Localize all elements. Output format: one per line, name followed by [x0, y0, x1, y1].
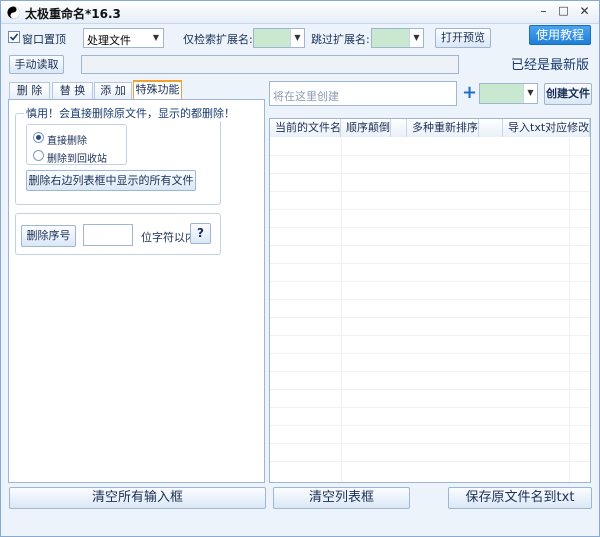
chevron-down-icon: ▼ — [152, 33, 160, 42]
help-button[interactable]: ? — [190, 223, 211, 244]
chevron-down-icon: ▼ — [523, 84, 537, 103]
clear-inputs-button[interactable]: 清空所有输入框 — [9, 487, 266, 509]
radio-direct-delete[interactable] — [33, 132, 44, 143]
chevron-down-icon: ▼ — [409, 29, 423, 47]
close-button[interactable]: ✕ — [575, 3, 594, 21]
tutorial-button[interactable]: 使用教程 — [529, 25, 591, 45]
version-status: 已经是最新版 — [511, 58, 590, 73]
tab-replace[interactable]: 替 换 — [52, 82, 93, 100]
topmost-label: 窗口置顶 — [22, 33, 66, 46]
plus-icon: + — [462, 82, 478, 103]
warning-text: 慎用！会直接删除原文件，显示的都删除！ — [24, 105, 237, 121]
process-select[interactable]: 处理文件 ▼ — [83, 28, 164, 48]
maximize-button[interactable]: □ — [554, 3, 573, 21]
radio-recycle-bin[interactable] — [33, 150, 44, 161]
column-current-name[interactable]: 当前的文件名 — [270, 119, 341, 137]
skip-ext-label: 跳过扩展名: — [311, 33, 370, 46]
topmost-checkbox[interactable] — [8, 31, 20, 43]
radio-recycle-label: 删除到回收站 — [47, 154, 107, 165]
create-name-input[interactable]: 将在这里创建 — [269, 81, 457, 106]
title-bar[interactable]: 太极重命名*16.3 – □ ✕ — [1, 1, 599, 24]
delete-all-files-button[interactable]: 删除右边列表框中显示的所有文件 — [26, 170, 196, 191]
open-preview-button[interactable]: 打开预览 — [435, 28, 491, 48]
column-reverse[interactable]: 顺序颠倒 — [341, 119, 391, 137]
column-reorder[interactable]: 多种重新排序 — [407, 119, 479, 137]
path-field[interactable] — [81, 55, 459, 74]
tab-delete[interactable]: 删 除 — [9, 82, 50, 100]
clear-list-button[interactable]: 清空列表框 — [273, 487, 410, 509]
chevron-down-icon: ▼ — [290, 29, 304, 47]
only-ext-select[interactable]: ▼ — [253, 28, 305, 48]
file-list-body[interactable] — [270, 138, 590, 482]
taiji-icon — [7, 6, 20, 19]
seq-input[interactable] — [83, 224, 133, 246]
delete-seq-button[interactable]: 删除序号 — [21, 225, 76, 247]
tab-add[interactable]: 添 加 — [94, 82, 132, 100]
column-reverse-toggle[interactable] — [391, 119, 407, 137]
process-select-value: 处理文件 — [87, 34, 131, 47]
only-ext-label: 仅检索扩展名: — [183, 33, 253, 46]
minimize-button[interactable]: – — [534, 3, 553, 21]
manual-read-button[interactable]: 手动读取 — [9, 55, 64, 74]
column-reorder-toggle[interactable] — [479, 119, 503, 137]
check-icon — [9, 33, 19, 41]
app-window: 太极重命名*16.3 – □ ✕ 窗口置顶 处理文件 ▼ 仅检索扩展名: ▼ 跳… — [0, 0, 600, 537]
skip-ext-select[interactable]: ▼ — [371, 28, 424, 48]
window-title: 太极重命名*16.3 — [25, 7, 121, 21]
column-import-txt[interactable]: 导入txt对应修改 — [503, 119, 590, 137]
radio-direct-label: 直接删除 — [47, 136, 87, 147]
create-placeholder: 将在这里创建 — [273, 90, 339, 103]
within-label: 位字符以内 — [141, 231, 196, 244]
file-type-select[interactable]: ▼ — [479, 83, 538, 104]
tab-special[interactable]: 特殊功能 — [133, 80, 182, 100]
radio-dot — [36, 135, 41, 140]
create-file-button[interactable]: 创建文件 — [544, 83, 592, 105]
save-names-txt-button[interactable]: 保存原文件名到txt — [448, 487, 592, 509]
